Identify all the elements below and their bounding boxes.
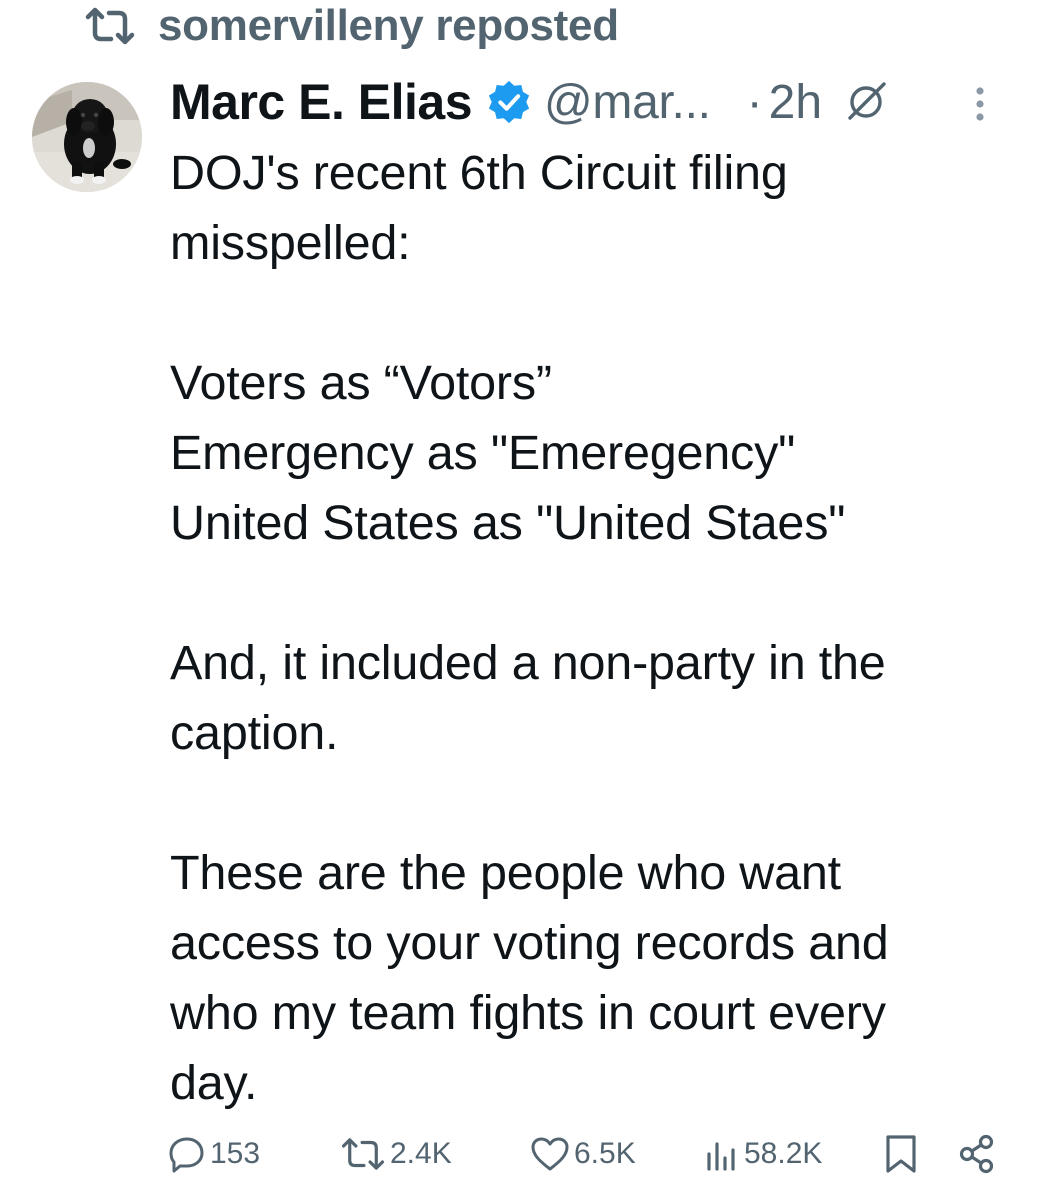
reply-button[interactable]: 153 xyxy=(168,1128,260,1180)
avatar[interactable] xyxy=(32,82,142,192)
views-chart-icon xyxy=(707,1142,735,1171)
repost-header[interactable]: somervilleny reposted xyxy=(84,0,619,52)
views-count: 58.2K xyxy=(744,1137,823,1170)
bookmark-icon xyxy=(886,1135,916,1173)
repost-icon xyxy=(341,1138,385,1170)
views-button[interactable]: 58.2K xyxy=(704,1128,822,1180)
repost-label: somervilleny reposted xyxy=(158,1,619,50)
repost-button[interactable]: 2.4K xyxy=(340,1128,452,1180)
post-line: Emergency as "Emeregency" xyxy=(170,426,796,480)
post-line-blank xyxy=(170,768,1010,838)
like-button[interactable]: 6.5K xyxy=(530,1128,636,1180)
heart-icon xyxy=(531,1137,569,1171)
repost-count: 2.4K xyxy=(390,1137,452,1170)
repost-icon xyxy=(84,7,136,45)
author-display-name[interactable]: Marc E. Elias xyxy=(170,73,473,131)
post-line: day. xyxy=(170,1056,258,1110)
post-header: Marc E. Elias @mar... · 2h xyxy=(170,72,1030,132)
more-vertical-icon xyxy=(976,87,984,121)
post-timestamp[interactable]: 2h xyxy=(769,75,822,130)
post-line: United States as "United Staes" xyxy=(170,496,846,550)
post-line: caption. xyxy=(170,706,339,760)
post-line: access to your voting records and xyxy=(170,916,889,970)
share-button[interactable] xyxy=(958,1128,996,1180)
post-line: misspelled: xyxy=(170,216,411,270)
post-line: Voters as “Votors” xyxy=(170,356,552,410)
share-icon xyxy=(959,1134,994,1174)
post-line: DOJ's recent 6th Circuit filing xyxy=(170,146,788,200)
post-line: who my team fights in court every xyxy=(170,986,886,1040)
like-count: 6.5K xyxy=(574,1137,636,1170)
more-options-button[interactable] xyxy=(958,80,1002,128)
bookmark-button[interactable] xyxy=(884,1128,918,1180)
header-separator: · xyxy=(746,75,763,129)
reply-icon xyxy=(169,1137,204,1173)
verified-badge-icon[interactable] xyxy=(486,79,532,125)
post-line-blank xyxy=(170,558,1010,628)
post-line: These are the people who want xyxy=(170,846,841,900)
reply-count: 153 xyxy=(210,1137,261,1170)
post-line: And, it included a non-party in the xyxy=(170,636,886,690)
post-text: DOJ's recent 6th Circuit filing misspell… xyxy=(170,138,1010,1118)
post-line-blank xyxy=(170,278,1010,348)
author-handle[interactable]: @mar... xyxy=(544,75,711,130)
grok-icon[interactable] xyxy=(844,80,888,124)
post-actions: 153 2.4K 6.5K 58.2K xyxy=(168,1128,1008,1180)
